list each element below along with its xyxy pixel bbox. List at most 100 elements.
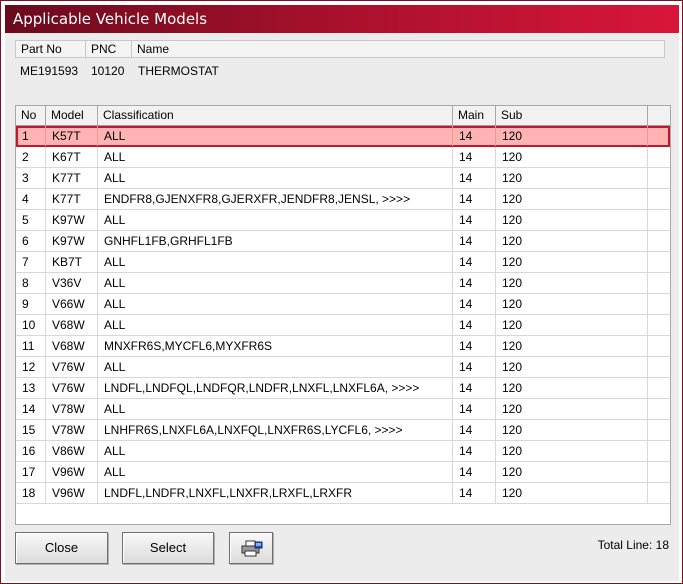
- row-sub-cell: 120: [496, 336, 648, 356]
- row-main-cell: 14: [453, 147, 496, 167]
- table-row[interactable]: 6 K97W GNHFL1FB,GRHFL1FB 14 120: [16, 231, 670, 252]
- grid-rows: 1 K57T ALL 14 120 2 K67T ALL 14 120 3 K77T ALL 14 120 4…: [16, 126, 670, 504]
- row-sub-cell: 120: [496, 147, 648, 167]
- row-main-cell: 14: [453, 210, 496, 230]
- column-header-sub[interactable]: Sub: [496, 106, 648, 125]
- row-filler-cell: [648, 273, 670, 293]
- printer-icon: [241, 540, 263, 557]
- row-main-cell: 14: [453, 189, 496, 209]
- row-classification-cell: ALL: [98, 252, 453, 272]
- row-classification-cell: ALL: [98, 126, 453, 146]
- row-filler-cell: [648, 126, 670, 146]
- row-model-cell: V76W: [46, 357, 98, 377]
- row-classification-cell: ALL: [98, 294, 453, 314]
- table-row[interactable]: 1 K57T ALL 14 120: [16, 126, 670, 147]
- row-model-cell: V68W: [46, 315, 98, 335]
- row-filler-cell: [648, 315, 670, 335]
- row-model-cell: K57T: [46, 126, 98, 146]
- name-header: Name: [137, 42, 170, 56]
- row-classification-cell: LNHFR6S,LNXFL6A,LNXFQL,LNXFR6S,LYCFL6, >…: [98, 420, 453, 440]
- table-row[interactable]: 8 V36V ALL 14 120: [16, 273, 670, 294]
- row-model-cell: K67T: [46, 147, 98, 167]
- row-main-cell: 14: [453, 315, 496, 335]
- table-row[interactable]: 2 K67T ALL 14 120: [16, 147, 670, 168]
- row-no-cell: 9: [16, 294, 46, 314]
- row-filler-cell: [648, 168, 670, 188]
- total-line-label: Total Line: 18: [597, 538, 669, 552]
- row-model-cell: V96W: [46, 462, 98, 482]
- select-button[interactable]: Select: [122, 532, 214, 564]
- row-classification-cell: ALL: [98, 462, 453, 482]
- row-no-cell: 3: [16, 168, 46, 188]
- row-classification-cell: ALL: [98, 147, 453, 167]
- row-sub-cell: 120: [496, 483, 648, 503]
- table-row[interactable]: 17 V96W ALL 14 120: [16, 462, 670, 483]
- row-no-cell: 4: [16, 189, 46, 209]
- row-filler-cell: [648, 441, 670, 461]
- table-row[interactable]: 3 K77T ALL 14 120: [16, 168, 670, 189]
- pnc-header: PNC: [86, 41, 132, 58]
- row-classification-cell: ALL: [98, 210, 453, 230]
- row-model-cell: V36V: [46, 273, 98, 293]
- table-row[interactable]: 11 V68W MNXFR6S,MYCFL6,MYXFR6S 14 120: [16, 336, 670, 357]
- row-sub-cell: 120: [496, 273, 648, 293]
- row-classification-cell: ALL: [98, 315, 453, 335]
- grid-header: No Model Classification Main Sub: [16, 106, 670, 126]
- row-sub-cell: 120: [496, 231, 648, 251]
- row-classification-cell: LNDFL,LNDFQL,LNDFQR,LNDFR,LNXFL,LNXFL6A,…: [98, 378, 453, 398]
- row-model-cell: V96W: [46, 483, 98, 503]
- row-filler-cell: [648, 147, 670, 167]
- table-row[interactable]: 5 K97W ALL 14 120: [16, 210, 670, 231]
- row-main-cell: 14: [453, 441, 496, 461]
- row-model-cell: K97W: [46, 210, 98, 230]
- row-filler-cell: [648, 420, 670, 440]
- close-button[interactable]: Close: [15, 532, 108, 564]
- column-header-classification[interactable]: Classification: [98, 106, 453, 125]
- column-header-model[interactable]: Model: [46, 106, 98, 125]
- row-model-cell: K77T: [46, 189, 98, 209]
- pnc-value: 10120: [91, 64, 125, 78]
- row-filler-cell: [648, 378, 670, 398]
- row-main-cell: 14: [453, 357, 496, 377]
- row-main-cell: 14: [453, 336, 496, 356]
- row-model-cell: V78W: [46, 420, 98, 440]
- row-sub-cell: 120: [496, 189, 648, 209]
- row-no-cell: 1: [16, 126, 46, 146]
- row-filler-cell: [648, 252, 670, 272]
- part-info-header: Part No PNC Name: [15, 40, 665, 58]
- row-sub-cell: 120: [496, 378, 648, 398]
- table-row[interactable]: 7 KB7T ALL 14 120: [16, 252, 670, 273]
- row-model-cell: V86W: [46, 441, 98, 461]
- row-main-cell: 14: [453, 126, 496, 146]
- column-header-no[interactable]: No: [16, 106, 46, 125]
- table-row[interactable]: 15 V78W LNHFR6S,LNXFL6A,LNXFQL,LNXFR6S,LYC…: [16, 420, 670, 441]
- row-no-cell: 8: [16, 273, 46, 293]
- table-row[interactable]: 10 V68W ALL 14 120: [16, 315, 670, 336]
- window-title: Applicable Vehicle Models: [13, 10, 208, 28]
- table-row[interactable]: 9 V66W ALL 14 120: [16, 294, 670, 315]
- part-no-value: ME191593: [20, 64, 79, 78]
- row-sub-cell: 120: [496, 441, 648, 461]
- row-classification-cell: ALL: [98, 441, 453, 461]
- print-button[interactable]: [229, 532, 273, 564]
- row-no-cell: 6: [16, 231, 46, 251]
- row-model-cell: K97W: [46, 231, 98, 251]
- table-row[interactable]: 14 V78W ALL 14 120: [16, 399, 670, 420]
- window-client-area: Part No PNC Name ME191593 10120 THERMOST…: [5, 33, 679, 581]
- row-model-cell: V78W: [46, 399, 98, 419]
- row-main-cell: 14: [453, 231, 496, 251]
- row-sub-cell: 120: [496, 294, 648, 314]
- table-row[interactable]: 4 K77T ENDFR8,GJENXFR8,GJERXFR,JENDFR8,JEN…: [16, 189, 670, 210]
- column-header-main[interactable]: Main: [453, 106, 496, 125]
- table-row[interactable]: 16 V86W ALL 14 120: [16, 441, 670, 462]
- row-sub-cell: 120: [496, 252, 648, 272]
- table-row[interactable]: 12 V76W ALL 14 120: [16, 357, 670, 378]
- table-row[interactable]: 18 V96W LNDFL,LNDFR,LNXFL,LNXFR,LRXFL,LRXF…: [16, 483, 670, 504]
- part-no-header: Part No: [16, 41, 86, 58]
- row-filler-cell: [648, 483, 670, 503]
- table-row[interactable]: 13 V76W LNDFL,LNDFQL,LNDFQR,LNDFR,LNXFL,LN…: [16, 378, 670, 399]
- name-value: THERMOSTAT: [138, 64, 219, 78]
- row-filler-cell: [648, 357, 670, 377]
- row-model-cell: V68W: [46, 336, 98, 356]
- title-bar[interactable]: Applicable Vehicle Models: [5, 5, 679, 33]
